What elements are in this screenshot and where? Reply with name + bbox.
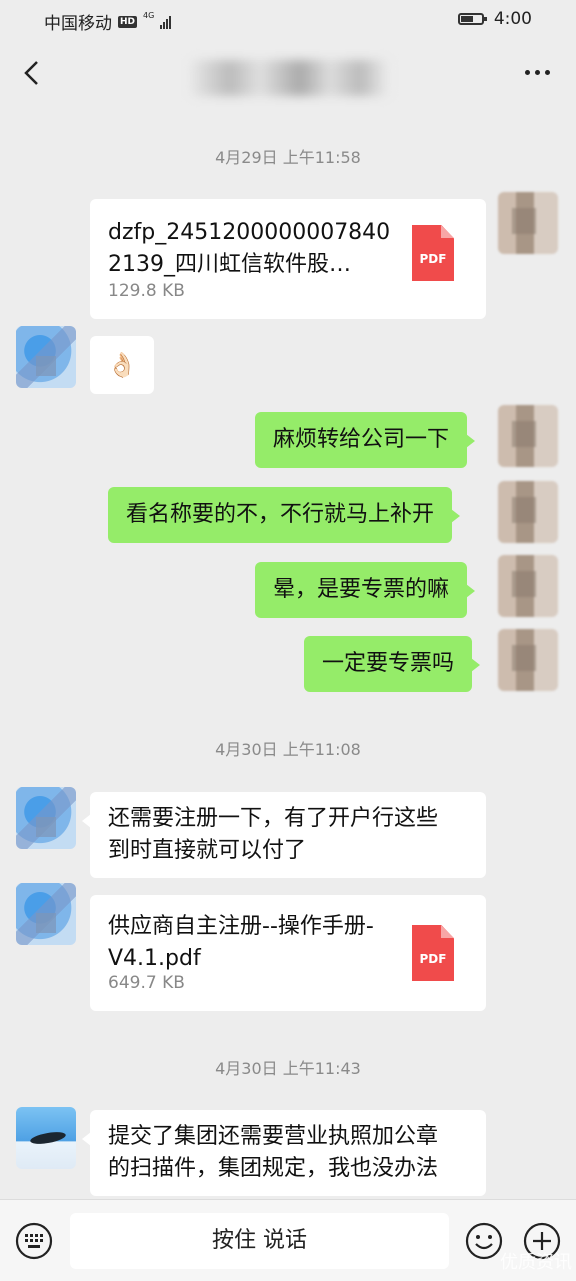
chat-bubble-sent[interactable]: 晕，是要专票的嘛 [255, 562, 476, 618]
message-line: 还需要注册一下，有了开户行这些 [108, 806, 439, 831]
status-right: 4:00 [457, 9, 532, 29]
avatar[interactable] [16, 1107, 76, 1169]
avatar[interactable] [16, 326, 76, 388]
signal-icon [160, 15, 172, 29]
clock: 4:00 [493, 9, 532, 29]
file-message-pdf[interactable]: dzfp_24512000000078402139_四川虹信软件股… 129.8… [90, 199, 486, 319]
chat-header [0, 40, 576, 110]
chat-bubble-received[interactable]: 还需要注册一下，有了开户行这些 到时直接就可以付了 [82, 792, 486, 878]
message-line: 提交了集团还需要营业执照加公章 [108, 1124, 439, 1149]
carrier-label: 中国移动 [44, 14, 112, 34]
status-left: 中国移动 HD 4G [44, 9, 172, 34]
input-bar: 按住 说话 [0, 1199, 576, 1281]
timestamp: 4月29日 上午11:58 [215, 148, 361, 167]
chat-bubble-sent[interactable]: 看名称要的不，不行就马上补开 [108, 487, 461, 543]
file-size: 649.7 KB [108, 973, 185, 993]
chevron-left-icon[interactable] [18, 58, 48, 88]
file-message-pdf[interactable]: 供应商自主注册--操作手册-V4.1.pdf 649.7 KB PDF [90, 895, 486, 1011]
chat-title-obscured [190, 60, 390, 96]
pdf-file-icon: PDF [412, 925, 454, 981]
network-label: 4G [143, 11, 155, 20]
chat-bubble-received[interactable]: 提交了集团还需要营业执照加公章 的扫描件，集团规定，我也没办法 [82, 1110, 486, 1196]
message-line: 的扫描件，集团规定，我也没办法 [108, 1156, 439, 1181]
pdf-file-icon: PDF [412, 225, 454, 281]
timestamp: 4月30日 上午11:43 [215, 1059, 361, 1078]
file-name: dzfp_24512000000078402139_四川虹信软件股… [108, 220, 391, 277]
emoji-message[interactable]: 👌🏻 [90, 336, 154, 394]
avatar[interactable] [498, 405, 558, 467]
avatar[interactable] [498, 629, 558, 691]
message-line: 到时直接就可以付了 [108, 838, 307, 863]
status-bar: 中国移动 HD 4G 4:00 [0, 0, 576, 40]
file-size: 129.8 KB [108, 281, 185, 301]
avatar[interactable] [498, 555, 558, 617]
hold-to-talk-button[interactable]: 按住 说话 [70, 1213, 449, 1269]
keyboard-icon[interactable] [14, 1221, 54, 1261]
file-name: 供应商自主注册--操作手册-V4.1.pdf [108, 914, 374, 971]
chat-bubble-sent[interactable]: 麻烦转给公司一下 [255, 412, 476, 468]
hd-badge: HD [118, 15, 138, 28]
avatar[interactable] [498, 481, 558, 543]
avatar[interactable] [16, 883, 76, 945]
chat-bubble-sent[interactable]: 一定要专票吗 [304, 636, 481, 692]
avatar[interactable] [498, 192, 558, 254]
more-dots-icon[interactable] [525, 70, 550, 75]
avatar[interactable] [16, 787, 76, 849]
battery-icon [457, 13, 487, 25]
watermark: 优质资讯 [500, 1252, 572, 1273]
timestamp: 4月30日 上午11:08 [215, 740, 361, 759]
smiley-icon[interactable] [464, 1221, 504, 1261]
